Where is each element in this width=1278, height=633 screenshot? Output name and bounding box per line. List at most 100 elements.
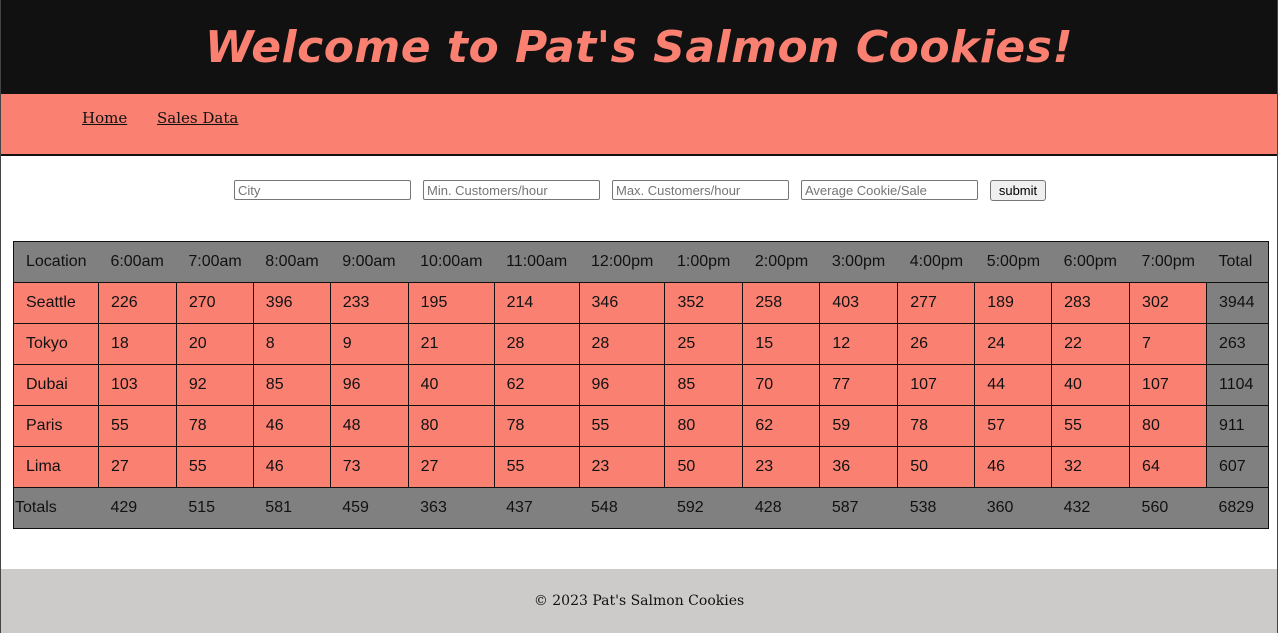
site-header: Welcome to Pat's Salmon Cookies! xyxy=(1,0,1277,94)
sales-cell: 55 xyxy=(97,405,177,447)
hourly-total-cell: 432 xyxy=(1051,487,1130,529)
city-input[interactable] xyxy=(234,180,411,200)
column-header-hour: 7:00pm xyxy=(1129,241,1207,283)
sales-cell: 78 xyxy=(897,405,976,447)
column-header-hour: 8:00am xyxy=(253,241,331,283)
sales-cell: 96 xyxy=(329,364,409,406)
hourly-total-cell: 587 xyxy=(819,487,898,529)
sales-cell: 50 xyxy=(664,446,744,488)
column-header-hour: 9:00am xyxy=(330,241,409,283)
sales-cell: 57 xyxy=(974,405,1053,447)
sales-cell: 46 xyxy=(252,405,331,447)
site-footer: © 2023 Pat's Salmon Cookies xyxy=(1,569,1277,633)
sales-cell: 302 xyxy=(1129,282,1207,324)
sales-cell: 396 xyxy=(252,282,331,324)
sales-cell: 27 xyxy=(97,446,177,488)
sales-cell: 24 xyxy=(974,323,1053,365)
sales-cell: 46 xyxy=(974,446,1053,488)
sales-cell: 107 xyxy=(1129,364,1207,406)
column-header-total: Total xyxy=(1206,241,1269,283)
sales-table-footer: Totals 429 515 581 459 363 437 548 592 428 587 538 3… xyxy=(13,487,1269,529)
sales-cell: 62 xyxy=(742,405,821,447)
header-row: Location 6:00am 7:00am 8:00am 9:00am 10:00am 1… xyxy=(13,241,1269,283)
table-row: Lima 27 55 46 73 27 55 23 50 23 36 50 46 32 64 607 xyxy=(13,446,1270,488)
submit-button[interactable]: submit xyxy=(990,180,1046,201)
hourly-total-cell: 560 xyxy=(1129,487,1207,529)
sales-cell: 85 xyxy=(664,364,744,406)
column-header-hour: 12:00pm xyxy=(579,241,665,283)
row-total-cell: 911 xyxy=(1205,405,1270,447)
location-cell: Dubai xyxy=(13,364,99,406)
sales-cell: 32 xyxy=(1051,446,1131,488)
hourly-total-cell: 363 xyxy=(408,487,495,529)
sales-cell: 18 xyxy=(97,323,177,365)
sales-cell: 277 xyxy=(897,282,976,324)
sales-cell: 44 xyxy=(974,364,1053,406)
row-total-cell: 263 xyxy=(1205,323,1270,365)
row-total-cell: 1104 xyxy=(1205,364,1270,406)
sales-cell: 40 xyxy=(1051,364,1131,406)
grand-total-cell: 6829 xyxy=(1206,487,1269,529)
sales-cell: 59 xyxy=(819,405,899,447)
avg-cookie-input[interactable] xyxy=(801,180,978,200)
sales-cell: 27 xyxy=(407,446,495,488)
column-header-hour: 5:00pm xyxy=(974,241,1052,283)
sales-table: Location 6:00am 7:00am 8:00am 9:00am 10:00am 1… xyxy=(13,241,1270,529)
sales-cell: 77 xyxy=(819,364,899,406)
sales-cell: 21 xyxy=(407,323,495,365)
table-row: Tokyo 18 20 8 9 21 28 28 25 15 12 26 24 22 7 263 xyxy=(13,323,1270,365)
column-header-hour: 7:00am xyxy=(176,241,254,283)
hourly-total-cell: 360 xyxy=(974,487,1052,529)
sales-cell: 403 xyxy=(819,282,899,324)
sales-cell: 28 xyxy=(578,323,666,365)
sales-cell: 195 xyxy=(407,282,495,324)
sales-cell: 78 xyxy=(175,405,254,447)
sales-cell: 80 xyxy=(664,405,744,447)
sales-cell: 46 xyxy=(252,446,331,488)
sales-cell: 8 xyxy=(252,323,331,365)
sales-cell: 15 xyxy=(742,323,821,365)
sales-cell: 12 xyxy=(819,323,899,365)
sales-cell: 62 xyxy=(493,364,580,406)
sales-cell: 23 xyxy=(578,446,666,488)
row-total-cell: 607 xyxy=(1205,446,1270,488)
sales-cell: 55 xyxy=(1051,405,1131,447)
totals-label: Totals xyxy=(13,487,99,529)
sales-cell: 64 xyxy=(1129,446,1207,488)
sales-cell: 40 xyxy=(407,364,495,406)
sales-cell: 9 xyxy=(329,323,409,365)
column-header-location: Location xyxy=(13,241,99,283)
sales-cell: 7 xyxy=(1129,323,1207,365)
min-customers-input[interactable] xyxy=(423,180,600,200)
copyright-text: © 2023 Pat's Salmon Cookies xyxy=(533,593,745,609)
sales-cell: 214 xyxy=(493,282,580,324)
max-customers-input[interactable] xyxy=(612,180,789,200)
column-header-hour: 11:00am xyxy=(494,241,580,283)
hourly-total-cell: 538 xyxy=(897,487,975,529)
sales-cell: 80 xyxy=(407,405,495,447)
table-row: Dubai 103 92 85 96 40 62 96 85 70 77 107 44 40 107 1104 xyxy=(13,364,1270,406)
sales-cell: 352 xyxy=(664,282,744,324)
hourly-total-cell: 437 xyxy=(494,487,580,529)
sales-cell: 233 xyxy=(329,282,409,324)
sales-cell: 96 xyxy=(578,364,666,406)
nav-sales-data-link[interactable]: Sales Data xyxy=(157,109,238,127)
location-cell: Paris xyxy=(13,405,99,447)
row-total-cell: 3944 xyxy=(1205,282,1270,324)
sales-table-header: Location 6:00am 7:00am 8:00am 9:00am 10:00am 1… xyxy=(13,241,1269,283)
sales-cell: 22 xyxy=(1051,323,1131,365)
sales-cell: 20 xyxy=(175,323,254,365)
nav-home-link[interactable]: Home xyxy=(82,109,127,127)
column-header-hour: 4:00pm xyxy=(897,241,975,283)
column-header-hour: 6:00am xyxy=(98,241,177,283)
hourly-total-cell: 459 xyxy=(330,487,409,529)
sales-cell: 28 xyxy=(493,323,580,365)
hourly-total-cell: 515 xyxy=(176,487,254,529)
sales-cell: 73 xyxy=(329,446,409,488)
column-header-hour: 10:00am xyxy=(408,241,495,283)
site-title: Welcome to Pat's Salmon Cookies! xyxy=(204,21,1074,73)
column-header-hour: 3:00pm xyxy=(819,241,898,283)
sales-cell: 25 xyxy=(664,323,744,365)
sales-cell: 55 xyxy=(175,446,254,488)
sales-cell: 80 xyxy=(1129,405,1207,447)
